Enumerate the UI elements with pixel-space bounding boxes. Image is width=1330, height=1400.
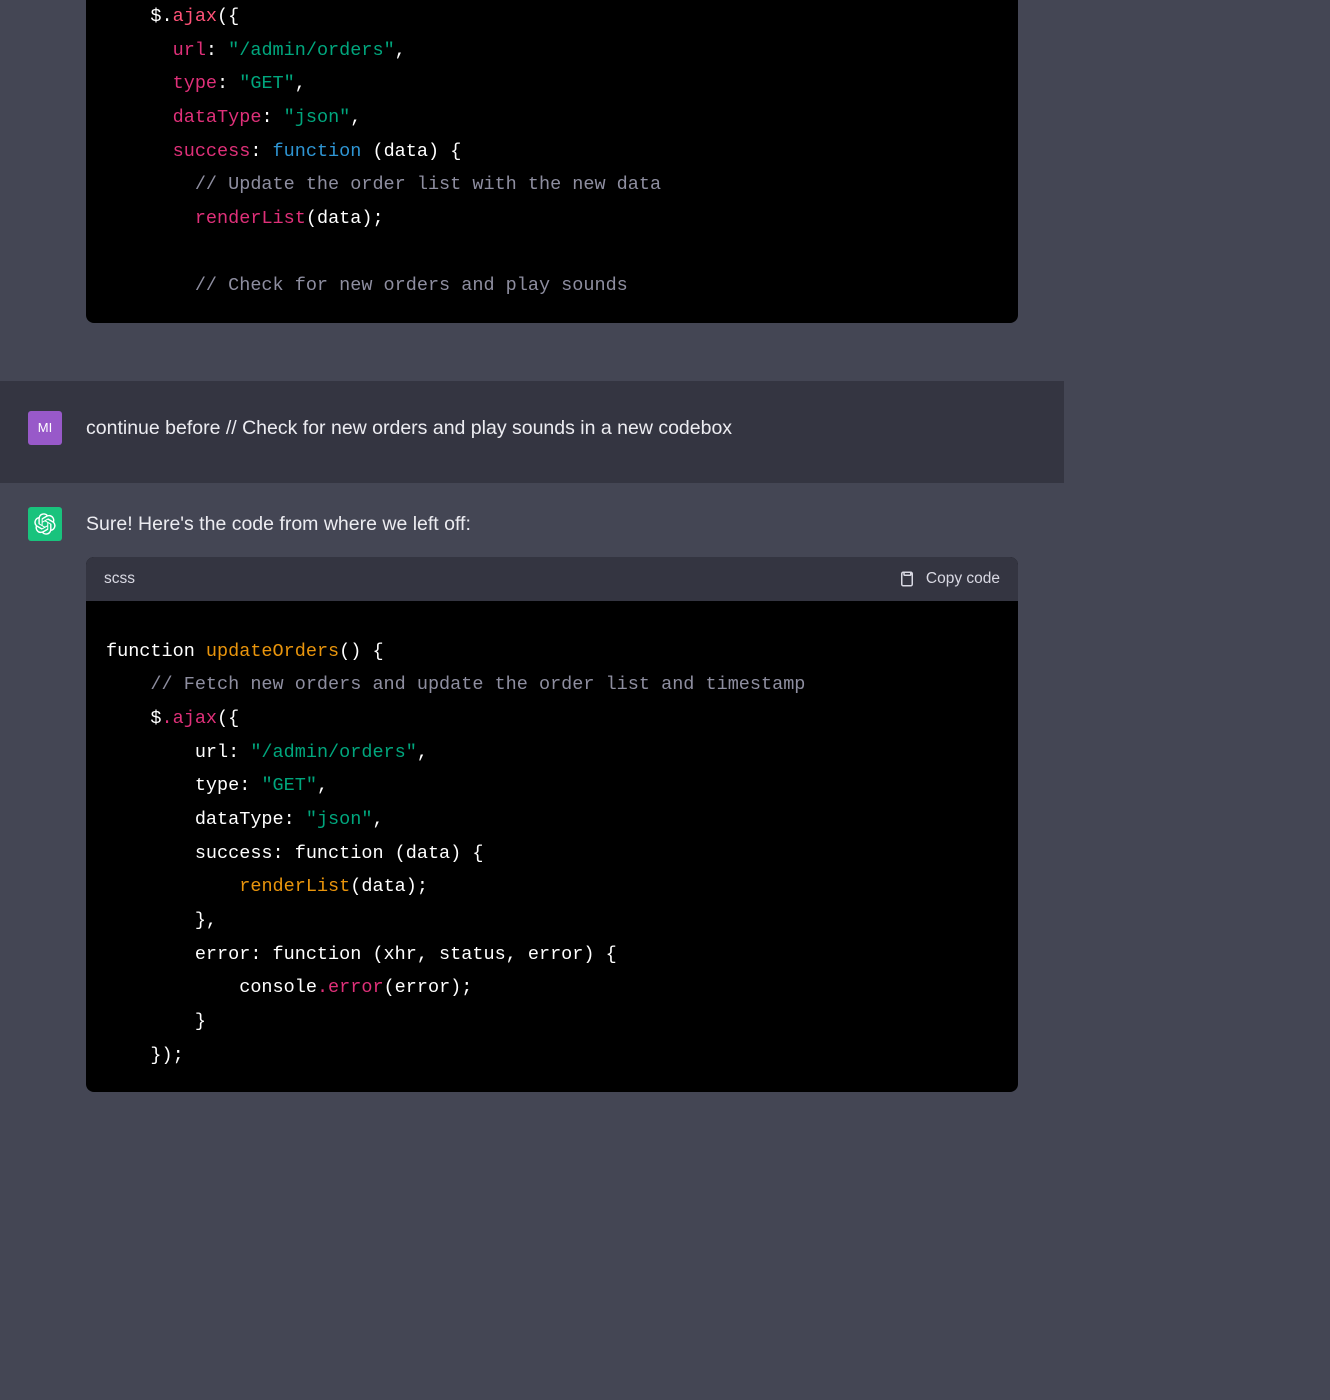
code-pre[interactable]: function updateOrders() { // Fetch new o… (86, 601, 1018, 1092)
assistant-message-text: Sure! Here's the code from where we left… (86, 509, 1044, 539)
assistant-message-body: Sure! Here's the code from where we left… (86, 507, 1064, 1092)
code-block-top: $.ajax({ url: "/admin/orders", type: "GE… (86, 0, 1018, 323)
assistant-message-row: Sure! Here's the code from where we left… (0, 483, 1064, 1124)
code-header: scss Copy code (86, 557, 1018, 601)
assistant-avatar (28, 507, 62, 541)
user-avatar: MI (28, 411, 62, 445)
clipboard-icon (898, 570, 916, 588)
code-pre[interactable]: $.ajax({ url: "/admin/orders", type: "GE… (86, 0, 1018, 323)
code-content: function updateOrders() { // Fetch new o… (106, 601, 998, 1072)
code-block-bottom: scss Copy code function updateOrders() {… (86, 557, 1018, 1092)
copy-code-button[interactable]: Copy code (898, 567, 1000, 591)
user-message-row: MI continue before // Check for new orde… (0, 381, 1064, 483)
copy-code-label: Copy code (926, 567, 1000, 591)
code-language-label: scss (104, 567, 135, 591)
user-initials: MI (38, 420, 52, 435)
code-content: $.ajax({ url: "/admin/orders", type: "GE… (106, 0, 998, 303)
assistant-message-top: $.ajax({ url: "/admin/orders", type: "GE… (0, 0, 1064, 381)
user-message-text: continue before // Check for new orders … (86, 411, 1064, 445)
openai-logo-icon (34, 513, 56, 535)
